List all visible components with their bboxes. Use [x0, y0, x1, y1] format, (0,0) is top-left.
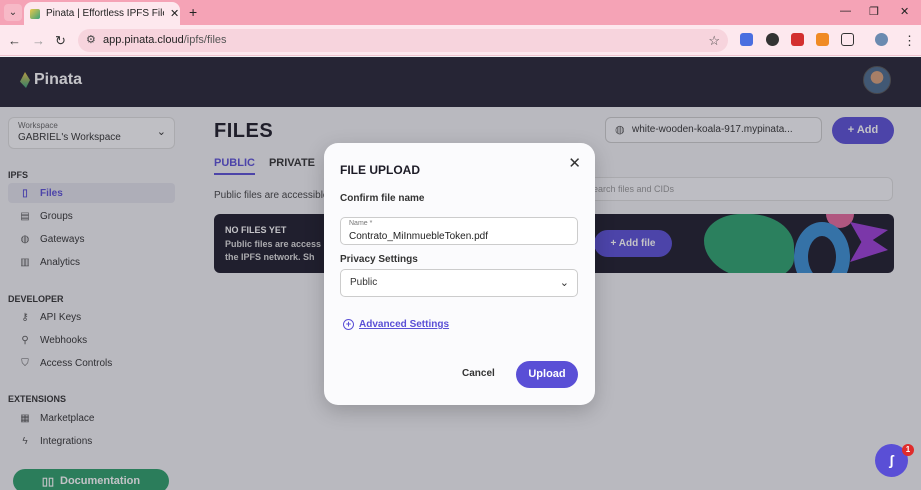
- reload-icon[interactable]: ↻: [55, 33, 66, 49]
- dialog-title: FILE UPLOAD: [340, 163, 420, 177]
- upload-button[interactable]: Upload: [516, 361, 578, 388]
- browser-tab-strip: ⌄ Pinata | Effortless IPFS File Mana ✕ +…: [0, 0, 921, 25]
- profile-icon[interactable]: [875, 33, 888, 46]
- pdf-extension-icon[interactable]: [791, 33, 804, 46]
- site-info-icon[interactable]: ⚙: [86, 29, 96, 52]
- new-tab-button[interactable]: +: [189, 4, 197, 20]
- file-upload-dialog: FILE UPLOAD ✕ Confirm file name Name * C…: [324, 143, 595, 405]
- file-name-label: Name *: [349, 220, 373, 227]
- privacy-value: Public: [350, 277, 378, 288]
- translate-extension-icon[interactable]: [740, 33, 753, 46]
- extensions-puzzle-icon[interactable]: [841, 33, 854, 46]
- chevron-down-icon: ⌄: [559, 277, 569, 289]
- url-path: /ipfs/files: [183, 34, 227, 46]
- chat-icon: ʃ: [889, 452, 894, 468]
- cancel-button[interactable]: Cancel: [462, 368, 495, 379]
- tab-title: Pinata | Effortless IPFS File Mana: [46, 8, 164, 19]
- plus-circle-icon: +: [343, 319, 354, 330]
- browser-menu-icon[interactable]: ⋮: [903, 33, 916, 49]
- url-field[interactable]: ⚙ app.pinata.cloud/ipfs/files ☆: [78, 29, 728, 52]
- window-close-icon[interactable]: ✕: [900, 5, 909, 18]
- advanced-settings-label: Advanced Settings: [359, 319, 450, 330]
- file-name-field[interactable]: Name * Contrato_MiInmuebleToken.pdf: [340, 217, 578, 245]
- close-icon[interactable]: ✕: [568, 154, 581, 172]
- advanced-settings-link[interactable]: + Advanced Settings: [343, 319, 449, 330]
- back-icon[interactable]: ←: [8, 33, 21, 48]
- notification-badge: 1: [902, 444, 914, 456]
- privacy-select[interactable]: Public ⌄: [340, 269, 578, 297]
- restore-icon[interactable]: ❐: [869, 5, 879, 18]
- tab-close-icon[interactable]: ✕: [170, 7, 179, 20]
- url-host: app.pinata.cloud: [103, 34, 184, 46]
- address-bar-row: ← → ↻ ⚙ app.pinata.cloud/ipfs/files ☆: [0, 25, 921, 56]
- browser-tab[interactable]: Pinata | Effortless IPFS File Mana ✕: [24, 2, 180, 25]
- forward-icon[interactable]: →: [32, 33, 45, 48]
- minimize-icon[interactable]: —: [840, 5, 851, 17]
- metamask-icon[interactable]: [816, 33, 829, 46]
- file-name-value: Contrato_MiInmuebleToken.pdf: [349, 231, 488, 242]
- extension-icon[interactable]: [766, 33, 779, 46]
- privacy-settings-label: Privacy Settings: [340, 254, 418, 265]
- pinata-favicon-icon: [30, 8, 40, 19]
- confirm-file-name-label: Confirm file name: [340, 193, 425, 204]
- bookmark-star-icon[interactable]: ☆: [708, 29, 720, 52]
- tab-search-button[interactable]: ⌄: [4, 4, 22, 21]
